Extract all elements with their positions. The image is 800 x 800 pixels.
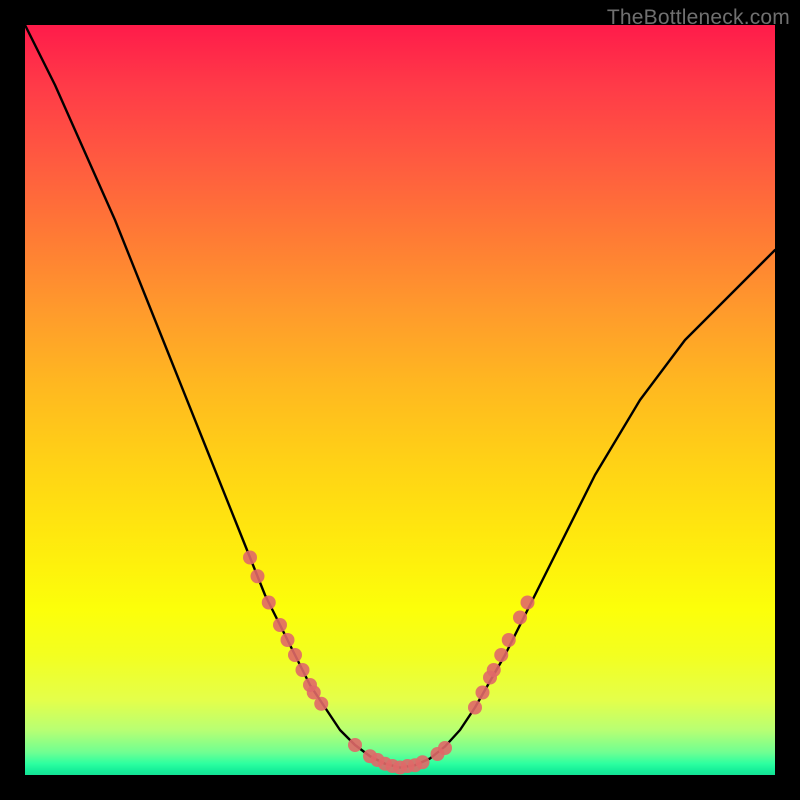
data-point bbox=[262, 596, 276, 610]
bottleneck-curve bbox=[25, 25, 775, 768]
data-point bbox=[296, 663, 310, 677]
data-point bbox=[494, 648, 508, 662]
curve-svg bbox=[25, 25, 775, 775]
data-point bbox=[348, 738, 362, 752]
data-point bbox=[243, 551, 257, 565]
data-point bbox=[251, 569, 265, 583]
chart-container: TheBottleneck.com bbox=[0, 0, 800, 800]
data-point bbox=[314, 697, 328, 711]
data-point bbox=[438, 741, 452, 755]
watermark-text: TheBottleneck.com bbox=[607, 6, 790, 30]
data-point bbox=[487, 663, 501, 677]
data-point bbox=[502, 633, 516, 647]
data-point bbox=[476, 686, 490, 700]
data-point bbox=[288, 648, 302, 662]
data-point bbox=[468, 701, 482, 715]
data-point bbox=[281, 633, 295, 647]
data-point bbox=[513, 611, 527, 625]
plot-area bbox=[25, 25, 775, 775]
data-point bbox=[416, 755, 430, 769]
data-point bbox=[273, 618, 287, 632]
data-point bbox=[521, 596, 535, 610]
